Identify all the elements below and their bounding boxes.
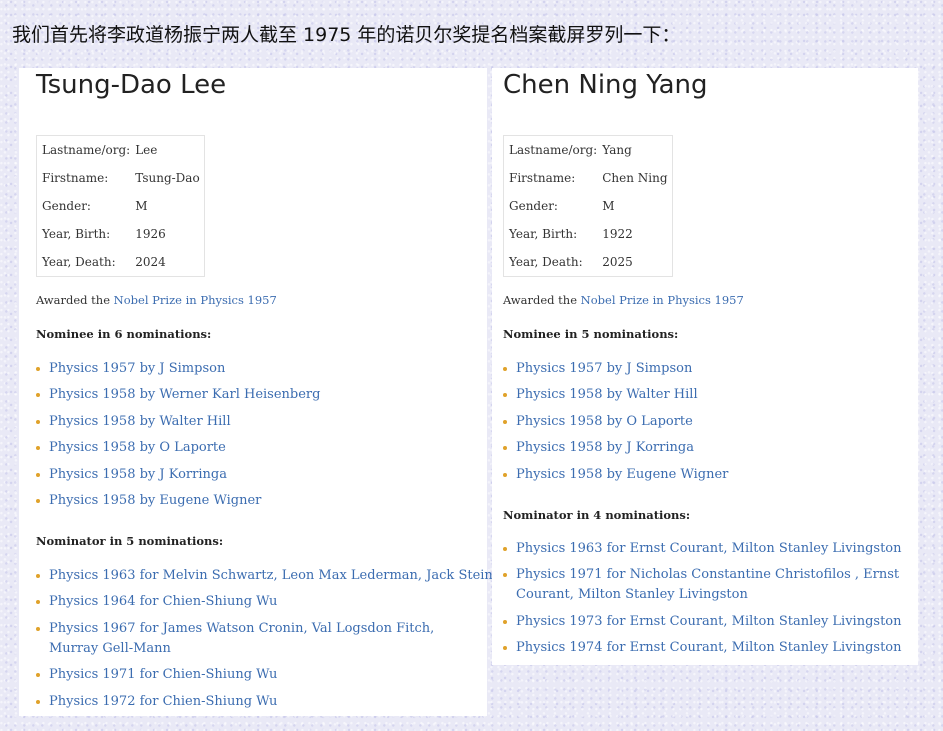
nomination-link[interactable]: Physics 1958 by Walter Hill (503, 385, 908, 405)
nobel-prize-link[interactable]: Nobel Prize in Physics 1957 (114, 293, 277, 307)
nomination-link[interactable]: Physics 1964 for Chien-Shiung Wu (36, 592, 482, 612)
info-value: 2025 (602, 255, 633, 269)
nomination-link[interactable]: Physics 1963 for Melvin Schwartz, Leon M… (36, 566, 537, 586)
info-key: Gender: (42, 199, 91, 213)
info-value: Lee (135, 143, 158, 157)
yang-card: Chen Ning Yang Lastname/org: Yang Firstna… (492, 68, 918, 665)
awarded-prefix: Awarded the (36, 293, 114, 307)
info-key: Year, Birth: (42, 227, 111, 241)
info-value: Chen Ning (602, 171, 668, 185)
nomination-link[interactable]: Physics 1958 by J Korringa (503, 438, 908, 458)
nomination-link[interactable]: Physics 1971 for Nicholas Constantine Ch… (503, 565, 908, 605)
nomination-link[interactable]: Physics 1958 by Eugene Wigner (503, 465, 908, 485)
info-row: Year, Death: 2025 (504, 248, 673, 277)
nominee-heading: Nominee in 5 nominations: (503, 327, 679, 341)
info-value: 2024 (135, 255, 166, 269)
info-table: Lastname/org: Lee Firstname: Tsung-Dao Gen… (36, 135, 205, 277)
nomination-link[interactable]: Physics 1973 for Ernst Courant, Milton S… (503, 612, 908, 632)
info-key: Lastname/org: (509, 143, 598, 157)
person-name: Tsung-Dao Lee (36, 70, 227, 100)
info-row: Lastname/org: Yang (504, 136, 673, 165)
nomination-link[interactable]: Physics 1958 by J Korringa (36, 465, 476, 485)
awarded-prefix: Awarded the (503, 293, 581, 307)
info-key: Firstname: (42, 171, 109, 185)
info-row: Gender: M (504, 192, 673, 220)
info-row: Year, Death: 2024 (37, 248, 205, 277)
nomination-link[interactable]: Physics 1958 by Werner Karl Heisenberg (36, 385, 476, 405)
nomination-link[interactable]: Physics 1963 for Ernst Courant, Milton S… (503, 539, 908, 559)
info-key: Gender: (509, 199, 558, 213)
info-row: Firstname: Tsung-Dao (37, 164, 205, 192)
awarded-line: Awarded the Nobel Prize in Physics 1957 (36, 293, 277, 307)
info-key: Lastname/org: (42, 143, 131, 157)
nomination-link[interactable]: Physics 1958 by O Laporte (36, 438, 476, 458)
info-row: Year, Birth: 1926 (37, 220, 205, 248)
nomination-link[interactable]: Physics 1958 by Walter Hill (36, 412, 476, 432)
nomination-link[interactable]: Physics 1957 by J Simpson (36, 359, 476, 379)
nominator-heading: Nominator in 4 nominations: (503, 508, 691, 522)
info-table: Lastname/org: Yang Firstname: Chen Ning Ge… (503, 135, 673, 277)
info-value: M (602, 199, 615, 213)
nominee-heading: Nominee in 6 nominations: (36, 327, 212, 341)
info-value: M (135, 199, 148, 213)
nominee-list: Physics 1957 by J Simpson Physics 1958 b… (503, 359, 908, 491)
nominee-list: Physics 1957 by J Simpson Physics 1958 b… (36, 359, 476, 517)
nobel-prize-link[interactable]: Nobel Prize in Physics 1957 (581, 293, 744, 307)
info-row: Year, Birth: 1922 (504, 220, 673, 248)
nomination-link[interactable]: Physics 1972 for Chien-Shiung Wu (36, 692, 482, 712)
nomination-link[interactable]: Physics 1957 by J Simpson (503, 359, 908, 379)
nomination-link[interactable]: Physics 1974 for Ernst Courant, Milton S… (503, 638, 908, 658)
info-value: 1922 (602, 227, 633, 241)
nomination-link[interactable]: Physics 1967 for James Watson Cronin, Va… (36, 619, 469, 659)
info-key: Firstname: (509, 171, 576, 185)
info-key: Year, Death: (42, 255, 116, 269)
nominator-heading: Nominator in 5 nominations: (36, 534, 224, 548)
nomination-link[interactable]: Physics 1971 for Chien-Shiung Wu (36, 665, 482, 685)
nominator-list: Physics 1963 for Melvin Schwartz, Leon M… (36, 566, 537, 718)
awarded-line: Awarded the Nobel Prize in Physics 1957 (503, 293, 744, 307)
info-value: Tsung-Dao (135, 171, 200, 185)
person-name: Chen Ning Yang (503, 70, 708, 100)
info-key: Year, Birth: (509, 227, 578, 241)
nominator-list: Physics 1963 for Ernst Courant, Milton S… (503, 539, 908, 665)
nomination-link[interactable]: Physics 1958 by O Laporte (503, 412, 908, 432)
nomination-link[interactable]: Physics 1958 by Eugene Wigner (36, 491, 476, 511)
info-row: Gender: M (37, 192, 205, 220)
info-row: Lastname/org: Lee (37, 136, 205, 165)
info-value: 1926 (135, 227, 166, 241)
lee-card: Tsung-Dao Lee Lastname/org: Lee Firstname… (19, 68, 537, 718)
info-row: Firstname: Chen Ning (504, 164, 673, 192)
info-value: Yang (602, 143, 632, 157)
intro-text: 我们首先将李政道杨振宁两人截至 1975 年的诺贝尔奖提名档案截屏罗列一下： (12, 24, 681, 46)
info-key: Year, Death: (509, 255, 583, 269)
